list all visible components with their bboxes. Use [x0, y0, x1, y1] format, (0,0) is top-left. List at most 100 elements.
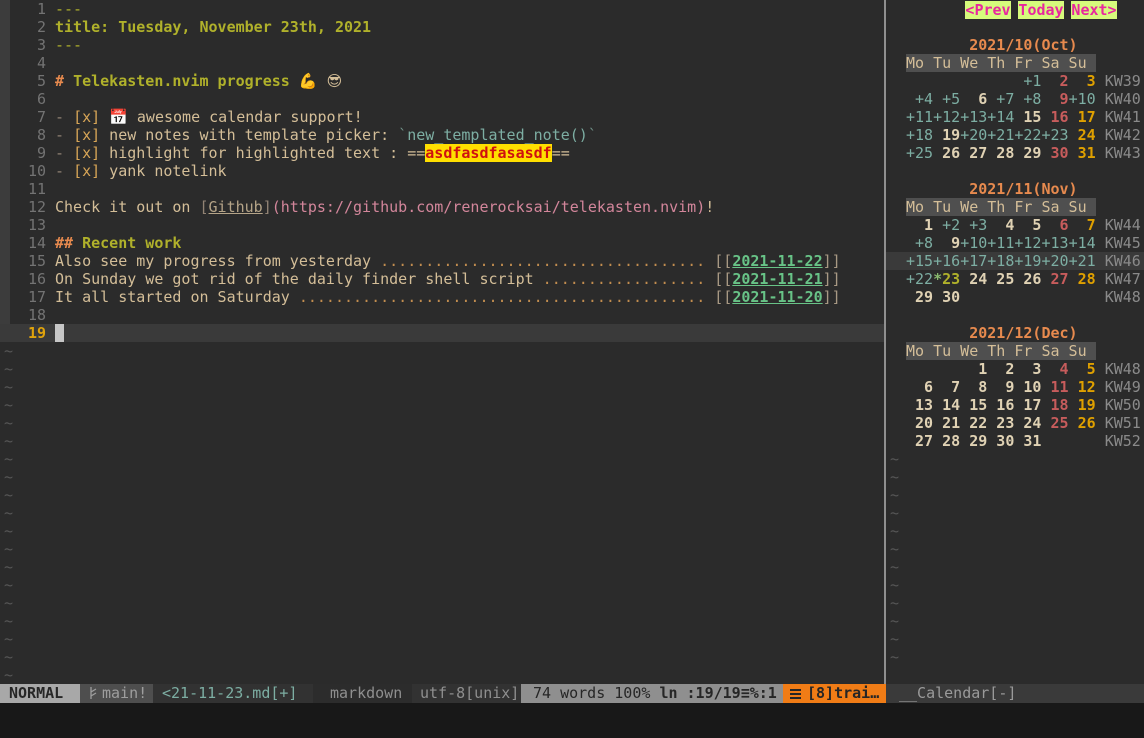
calendar-day[interactable]: 11 — [1041, 378, 1068, 396]
editor-line[interactable]: 16On Sunday we got rid of the daily find… — [0, 270, 884, 288]
calendar-day[interactable]: 26 — [933, 144, 960, 162]
calendar-day[interactable]: 21 — [933, 414, 960, 432]
calendar-day[interactable]: 1 — [906, 216, 933, 234]
calendar-day[interactable]: 28 — [1069, 270, 1096, 288]
editor-line-current[interactable]: 19 — [0, 324, 884, 342]
editor-window[interactable]: 1---2title: Tuesday, November 23th, 2021… — [0, 0, 884, 684]
calendar-day[interactable]: +17 — [960, 252, 987, 270]
calendar-day[interactable]: 8 — [960, 378, 987, 396]
calendar-day[interactable] — [1014, 288, 1041, 306]
calendar-day[interactable]: 7 — [1069, 216, 1096, 234]
calendar-day[interactable]: 31 — [1069, 144, 1096, 162]
calendar-day[interactable]: +13 — [1041, 234, 1068, 252]
calendar-day[interactable]: 27 — [960, 144, 987, 162]
calendar-day[interactable]: 6 — [906, 378, 933, 396]
calendar-day[interactable]: 9 — [933, 234, 960, 252]
calendar-day[interactable]: +21 — [987, 126, 1014, 144]
calendar-day[interactable]: +8 — [906, 234, 933, 252]
calendar-day[interactable]: +12 — [933, 108, 960, 126]
calendar-day[interactable]: 22 — [960, 414, 987, 432]
calendar-day[interactable]: +15 — [906, 252, 933, 270]
calendar-day[interactable]: +3 — [960, 216, 987, 234]
calendar-day[interactable] — [906, 360, 933, 378]
calendar-day[interactable]: +4 — [906, 90, 933, 108]
calendar-day[interactable]: 2 — [987, 360, 1014, 378]
calendar-day[interactable]: +10 — [960, 234, 987, 252]
editor-line[interactable]: 15Also see my progress from yesterday ..… — [0, 252, 884, 270]
editor-line[interactable]: 9- [x] highlight for highlighted text : … — [0, 144, 884, 162]
calendar-day[interactable]: 3 — [1014, 360, 1041, 378]
calendar-day[interactable]: +14 — [1069, 234, 1096, 252]
calendar-day[interactable] — [960, 288, 987, 306]
calendar-day[interactable]: 1 — [960, 360, 987, 378]
calendar-day[interactable]: 30 — [1041, 144, 1068, 162]
editor-line[interactable]: 4 — [0, 54, 884, 72]
calendar-day[interactable]: 28 — [987, 144, 1014, 162]
calendar-day[interactable]: 6 — [1041, 216, 1068, 234]
editor-line[interactable]: 14## Recent work — [0, 234, 884, 252]
calendar-day[interactable]: +25 — [906, 144, 933, 162]
calendar-day[interactable] — [933, 72, 960, 90]
calendar-day[interactable]: 16 — [1041, 108, 1068, 126]
calendar-day[interactable] — [960, 72, 987, 90]
editor-line[interactable]: 6 — [0, 90, 884, 108]
calendar-day[interactable]: +5 — [933, 90, 960, 108]
calendar-day[interactable]: +10 — [1069, 90, 1096, 108]
calendar-day[interactable]: +7 — [987, 90, 1014, 108]
calendar-day[interactable] — [1041, 432, 1068, 450]
calendar-day[interactable]: 5 — [1014, 216, 1041, 234]
calendar-day[interactable]: 31 — [1014, 432, 1041, 450]
calendar-day[interactable]: +20 — [960, 126, 987, 144]
calendar-day[interactable] — [1069, 288, 1096, 306]
calendar-day[interactable]: 16 — [987, 396, 1014, 414]
calendar-day[interactable] — [906, 72, 933, 90]
calendar-day[interactable]: +20 — [1041, 252, 1068, 270]
calendar-day[interactable]: 2 — [1041, 72, 1068, 90]
editor-line[interactable]: 8- [x] new notes with template picker: `… — [0, 126, 884, 144]
calendar-day[interactable]: 15 — [1014, 108, 1041, 126]
calendar-day[interactable]: 27 — [1041, 270, 1068, 288]
calendar-day[interactable]: +22 — [906, 270, 933, 288]
calendar-day[interactable]: 19 — [1069, 396, 1096, 414]
calendar-day[interactable]: 29 — [906, 288, 933, 306]
calendar-day[interactable] — [1041, 288, 1068, 306]
calendar-day[interactable]: +18 — [906, 126, 933, 144]
calendar-next-button[interactable]: Next> — [1071, 1, 1117, 19]
calendar-day[interactable]: 17 — [1014, 396, 1041, 414]
calendar-today-button[interactable]: Today — [1018, 1, 1064, 19]
calendar-day[interactable]: +1 — [1014, 72, 1041, 90]
calendar-day[interactable]: 18 — [1041, 396, 1068, 414]
calendar-day[interactable]: 17 — [1069, 108, 1096, 126]
calendar-day[interactable]: 25 — [1041, 414, 1068, 432]
editor-line[interactable]: 13 — [0, 216, 884, 234]
calendar-day[interactable]: +21 — [1069, 252, 1096, 270]
calendar-day[interactable]: +18 — [987, 252, 1014, 270]
calendar-day[interactable]: +8 — [1014, 90, 1041, 108]
calendar-day[interactable]: 6 — [960, 90, 987, 108]
calendar-day[interactable]: 30 — [933, 288, 960, 306]
calendar-day[interactable]: +19 — [1014, 252, 1041, 270]
calendar-day[interactable]: +11 — [987, 234, 1014, 252]
calendar-day[interactable]: 28 — [933, 432, 960, 450]
calendar-day[interactable]: +14 — [987, 108, 1014, 126]
calendar-day[interactable]: 12 — [1069, 378, 1096, 396]
calendar-day[interactable]: 4 — [1041, 360, 1068, 378]
editor-line[interactable]: 1--- — [0, 0, 884, 18]
calendar-day[interactable]: 26 — [1069, 414, 1096, 432]
calendar-day[interactable]: +12 — [1014, 234, 1041, 252]
calendar-day[interactable]: +23 — [1041, 126, 1068, 144]
calendar-day[interactable]: 27 — [906, 432, 933, 450]
editor-line[interactable]: 7- [x] 📅 awesome calendar support! — [0, 108, 884, 126]
calendar-prev-button[interactable]: <Prev — [965, 1, 1011, 19]
editor-line[interactable]: 12Check it out on [Github](https://githu… — [0, 198, 884, 216]
calendar-day[interactable]: +16 — [933, 252, 960, 270]
editor-line[interactable]: 18 — [0, 306, 884, 324]
calendar-day[interactable]: 19 — [933, 126, 960, 144]
calendar-day[interactable]: 29 — [960, 432, 987, 450]
calendar-day[interactable] — [1069, 432, 1096, 450]
calendar-day[interactable]: 23 — [987, 414, 1014, 432]
editor-line[interactable]: 11 — [0, 180, 884, 198]
calendar-day[interactable]: 9 — [1041, 90, 1068, 108]
calendar-day[interactable]: +11 — [906, 108, 933, 126]
calendar-day[interactable] — [987, 72, 1014, 90]
